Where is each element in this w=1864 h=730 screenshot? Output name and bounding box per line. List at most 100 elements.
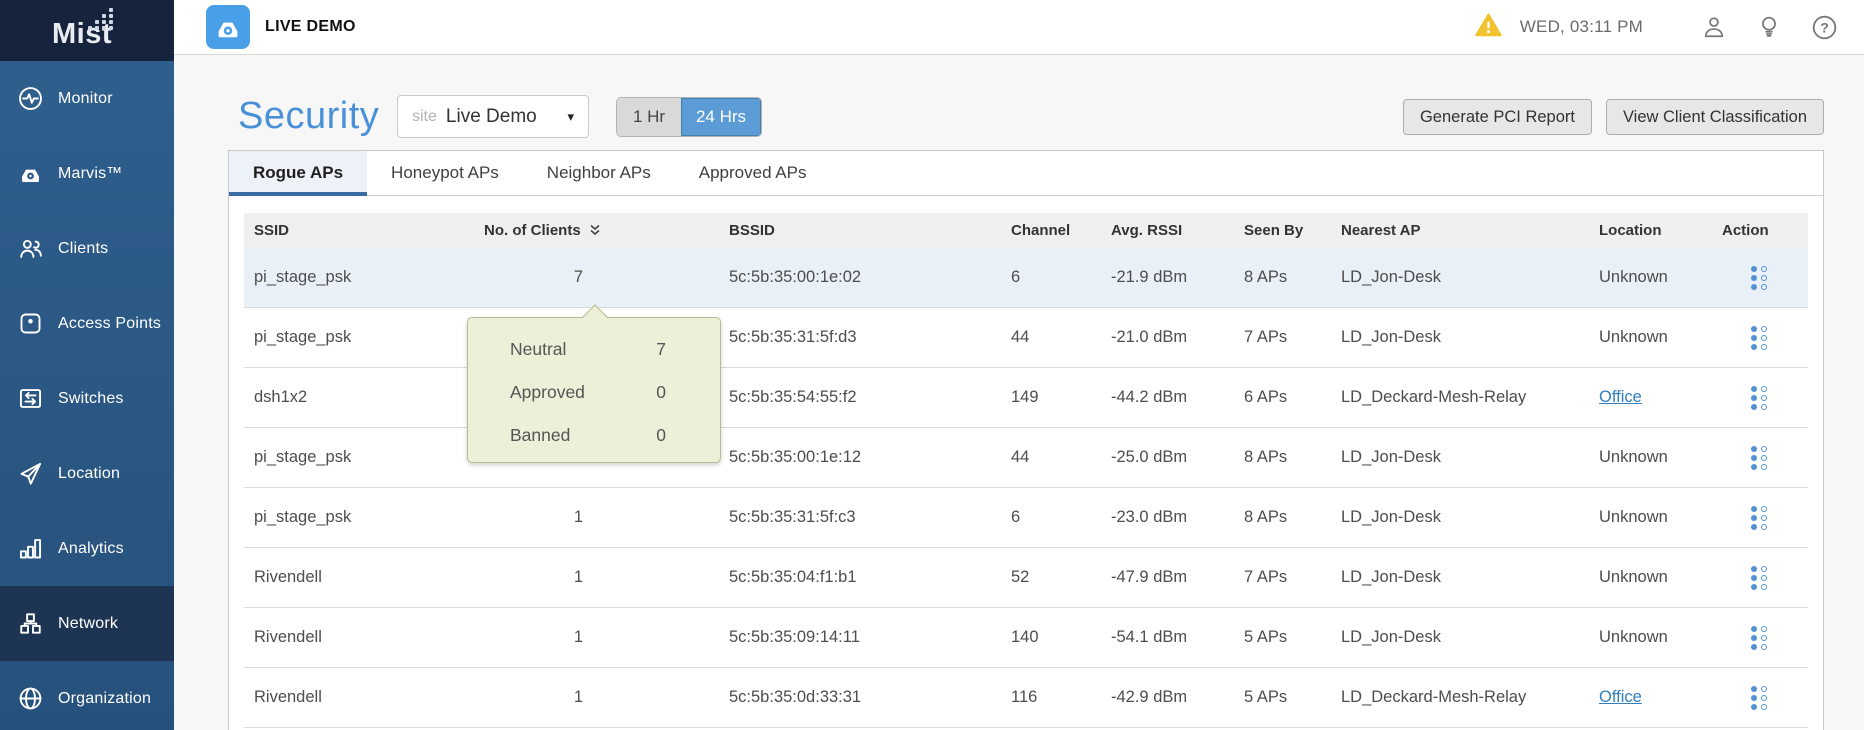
column-header-channel[interactable]: Channel [1011, 222, 1111, 239]
sidebar-item-label: Location [58, 465, 120, 483]
avg-rssi-cell: -21.0 dBm [1111, 328, 1244, 347]
sidebar-nav: Monitor Marvis™ Clients Access Points Switch… [0, 61, 174, 730]
sidebar-item-label: Marvis™ [58, 165, 123, 183]
channel-cell: 6 [1011, 268, 1111, 287]
range-1hr-button[interactable]: 1 Hr [617, 98, 681, 136]
lightbulb-icon[interactable] [1755, 13, 1783, 41]
sidebar-item-marvis[interactable]: Marvis™ [0, 136, 174, 211]
sidebar-item-organization[interactable]: Organization [0, 661, 174, 730]
sidebar-item-label: Switches [58, 390, 124, 408]
marvis-icon [15, 159, 45, 189]
site-selector[interactable]: site Live Demo ▾ [397, 95, 589, 138]
ssid-cell: pi_stage_psk [254, 268, 484, 287]
column-header-avg-rssi[interactable]: Avg. RSSI [1111, 222, 1244, 239]
location-link[interactable]: Office [1599, 388, 1642, 406]
main-content: Security site Live Demo ▾ 1 Hr 24 Hrs Ge… [174, 55, 1864, 730]
tab-approved-aps[interactable]: Approved APs [675, 151, 831, 195]
time-range-toggle: 1 Hr 24 Hrs [617, 98, 761, 136]
column-header-no-of-clients[interactable]: No. of Clients [484, 221, 729, 241]
table-row[interactable]: Rivendell15c:5b:35:04:f1:b152-47.9 dBm7 … [244, 548, 1808, 608]
table-row[interactable]: Rivendell15c:5b:35:0d:33:31116-42.9 dBm5… [244, 668, 1808, 728]
seen-by-cell: 5 APs [1244, 628, 1341, 647]
view-client-classification-button[interactable]: View Client Classification [1606, 99, 1824, 135]
row-actions-button[interactable] [1751, 626, 1767, 650]
table-row[interactable]: pi_stage_psk75c:5b:35:00:1e:026-21.9 dBm… [244, 248, 1808, 308]
sidebar-item-clients[interactable]: Clients [0, 211, 174, 286]
access-points-icon [15, 309, 45, 339]
sidebar-item-label: Network [58, 615, 118, 633]
table-row[interactable]: Rivendell15c:5b:35:09:14:11140-54.1 dBm5… [244, 608, 1808, 668]
topbar-right: WED, 03:11 PM ? [1475, 0, 1838, 54]
location-link[interactable]: Office [1599, 688, 1642, 706]
avg-rssi-cell: -21.9 dBm [1111, 268, 1244, 287]
avg-rssi-cell: -47.9 dBm [1111, 568, 1244, 587]
channel-cell: 6 [1011, 508, 1111, 527]
clients-count-cell: 7 [484, 268, 729, 287]
column-header-seen-by[interactable]: Seen By [1244, 222, 1341, 239]
sort-descending-icon [588, 221, 602, 241]
location-cell: Unknown [1599, 268, 1722, 287]
column-header-nearest-ap[interactable]: Nearest AP [1341, 222, 1599, 239]
nearest-ap-cell: LD_Jon-Desk [1341, 508, 1599, 527]
seen-by-cell: 8 APs [1244, 448, 1341, 467]
org-switcher[interactable]: LIVE DEMO [206, 5, 356, 49]
tooltip-label: Banned [468, 425, 570, 446]
clients-count-cell: 1 [484, 628, 729, 647]
ssid-cell: Rivendell [254, 568, 484, 587]
sidebar-item-label: Access Points [58, 315, 161, 333]
mist-logo[interactable]: Mist [0, 0, 174, 61]
tooltip-label: Approved [468, 382, 585, 403]
warning-triangle-icon[interactable] [1475, 13, 1502, 42]
sidebar-item-location[interactable]: Location [0, 436, 174, 511]
tab-neighbor-aps[interactable]: Neighbor APs [523, 151, 675, 195]
channel-cell: 149 [1011, 388, 1111, 407]
nearest-ap-cell: LD_Jon-Desk [1341, 328, 1599, 347]
row-actions-button[interactable] [1751, 506, 1767, 530]
row-actions-button[interactable] [1751, 686, 1767, 710]
column-header-ssid[interactable]: SSID [254, 222, 484, 239]
tooltip-row: Neutral7 [468, 328, 720, 371]
row-actions-button[interactable] [1751, 326, 1767, 350]
nearest-ap-cell: LD_Jon-Desk [1341, 628, 1599, 647]
app-root: Mist Monitor Marvis™ Clients Access Points S… [0, 0, 1864, 730]
tab-honeypot-aps[interactable]: Honeypot APs [367, 151, 523, 195]
row-actions-button[interactable] [1751, 266, 1767, 290]
network-icon [15, 609, 45, 639]
chevron-down-icon: ▾ [567, 109, 574, 125]
seen-by-cell: 7 APs [1244, 568, 1341, 587]
generate-pci-report-button[interactable]: Generate PCI Report [1403, 99, 1592, 135]
avg-rssi-cell: -23.0 dBm [1111, 508, 1244, 527]
user-icon[interactable] [1700, 13, 1728, 41]
location-cell: Unknown [1599, 328, 1722, 347]
nearest-ap-cell: LD_Jon-Desk [1341, 268, 1599, 287]
sidebar-item-analytics[interactable]: Analytics [0, 511, 174, 586]
avg-rssi-cell: -42.9 dBm [1111, 688, 1244, 707]
ap-tabs: Rogue APsHoneypot APsNeighbor APsApprove… [229, 151, 1823, 196]
help-icon[interactable]: ? [1810, 13, 1838, 41]
sidebar-item-label: Analytics [58, 540, 124, 558]
row-actions-button[interactable] [1751, 446, 1767, 470]
bssid-cell: 5c:5b:35:54:55:f2 [729, 388, 1011, 407]
bssid-cell: 5c:5b:35:31:5f:d3 [729, 328, 1011, 347]
row-actions-button[interactable] [1751, 566, 1767, 590]
column-header-location[interactable]: Location [1599, 222, 1722, 239]
nearest-ap-cell: LD_Jon-Desk [1341, 448, 1599, 467]
ssid-cell: pi_stage_psk [254, 328, 484, 347]
row-actions-button[interactable] [1751, 386, 1767, 410]
mist-logo-dots-icon [88, 8, 124, 30]
sidebar-item-monitor[interactable]: Monitor [0, 61, 174, 136]
range-24hrs-button[interactable]: 24 Hrs [681, 98, 761, 136]
bssid-cell: 5c:5b:35:00:1e:12 [729, 448, 1011, 467]
sidebar-item-switches[interactable]: Switches [0, 361, 174, 436]
table-row[interactable]: pi_stage_psk15c:5b:35:31:5f:c36-23.0 dBm… [244, 488, 1808, 548]
seen-by-cell: 8 APs [1244, 508, 1341, 527]
column-header-action[interactable]: Action [1722, 222, 1808, 239]
tooltip-row: Approved0 [468, 371, 720, 414]
clients-breakdown-tooltip: Neutral7Approved0Banned0 [467, 317, 721, 463]
tab-rogue-aps[interactable]: Rogue APs [229, 151, 367, 195]
column-header-bssid[interactable]: BSSID [729, 222, 1011, 239]
sidebar-item-accesspoints[interactable]: Access Points [0, 286, 174, 361]
sidebar-item-network[interactable]: Network [0, 586, 174, 661]
sidebar-item-label: Clients [58, 240, 108, 258]
site-selector-prefix: site [412, 108, 437, 126]
